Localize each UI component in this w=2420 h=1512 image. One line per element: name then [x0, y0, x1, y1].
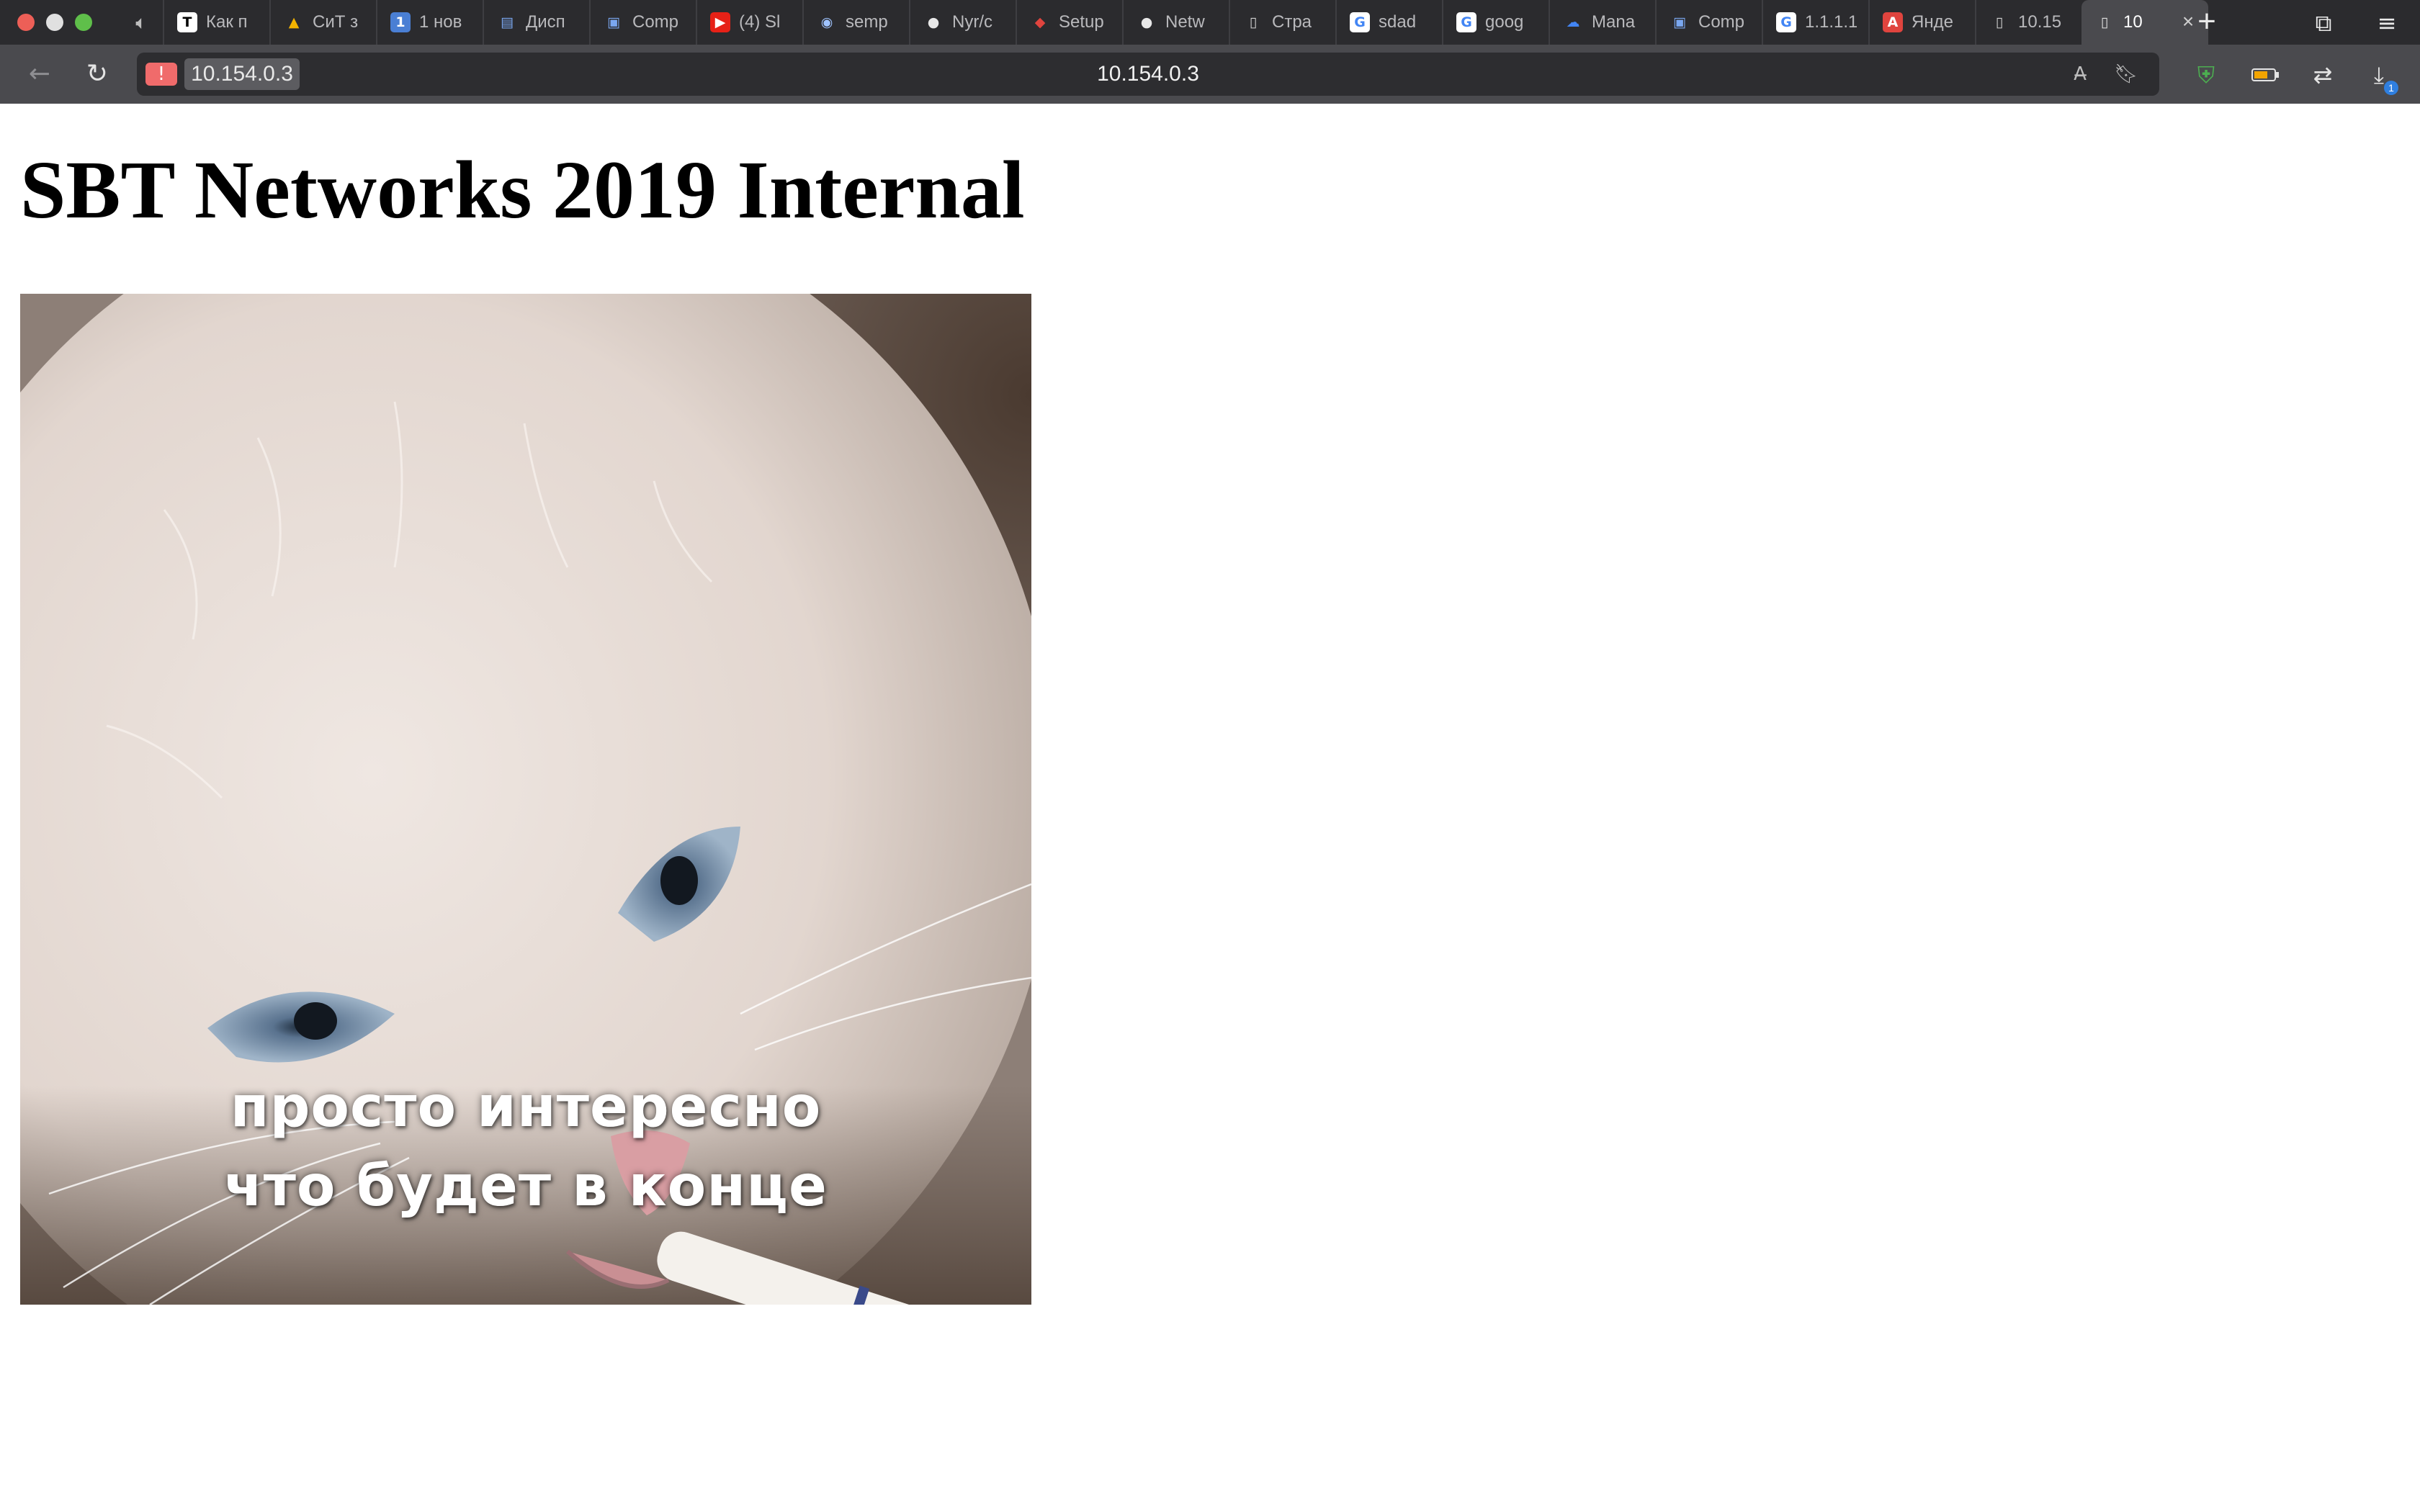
browser-tab[interactable]: ▯ 10.15 — [1975, 0, 2076, 45]
github-icon: ● — [927, 14, 940, 30]
cat-meme-image: просто интересно что будет в конце — [20, 294, 1031, 1305]
browser-tab[interactable]: ▶ (4) Sl — [696, 0, 797, 45]
warning-triangle-icon: ! — [145, 63, 177, 86]
security-warning-chip[interactable]: ! 10.154.0.3 — [143, 58, 439, 90]
youtube-icon: ▶ — [710, 12, 730, 32]
google-drive-icon: ▲ — [288, 14, 300, 30]
translate-page-icon[interactable]: A̶ — [2067, 61, 2093, 87]
tab-title: 10 — [2123, 12, 2143, 32]
tab-title: Стра — [1272, 12, 1312, 32]
t-logo-icon: T — [177, 12, 197, 32]
tab-title: Netw — [1165, 12, 1205, 32]
google-icon: G — [1350, 12, 1370, 32]
browser-tab[interactable]: ▣ Comp — [589, 0, 690, 45]
yandex-translate-icon: A — [1883, 12, 1903, 32]
tab-title: Comp — [1698, 12, 1745, 32]
url-text[interactable]: 10.154.0.3 — [137, 53, 2159, 96]
browser-tab[interactable]: ● Netw — [1122, 0, 1223, 45]
cat-photo — [20, 294, 1031, 1305]
downloads-count-badge: 1 — [2384, 81, 2398, 95]
tab-title: 10.15 — [2018, 12, 2062, 32]
document-icon: ▯ — [1249, 14, 1258, 30]
browser-tab[interactable]: ● Nyr/c — [909, 0, 1010, 45]
url-chip-host: 10.154.0.3 — [184, 58, 300, 90]
browser-tab[interactable]: ▯ Стра — [1229, 0, 1330, 45]
tab-title: 1.1.1.1 — [1805, 12, 1857, 32]
google-icon: G — [1776, 12, 1796, 32]
tab-title: Дисп — [526, 12, 565, 32]
browser-tab[interactable]: 1 1 нов — [376, 0, 477, 45]
tab-title: Setup — [1059, 12, 1104, 32]
tab-title: semp — [846, 12, 888, 32]
google-cloud-icon: ☁ — [1566, 14, 1580, 30]
tab-strip: T Как п ▲ СиТ з 1 1 нов ▤ Дисп ▣ Comp ▶ (4) Sl ◉ semp… — [163, 0, 2208, 45]
document-icon: ▯ — [2100, 14, 2109, 30]
window-close-button[interactable] — [17, 14, 35, 31]
number-one-icon: 1 — [390, 12, 411, 32]
battery-saver-icon[interactable] — [2249, 60, 2283, 89]
chip-icon: ▣ — [607, 14, 620, 30]
page-title: SBT Networks 2019 Internal — [20, 144, 1025, 235]
tab-title: sdad — [1379, 12, 1417, 32]
tab-title: Янде — [1912, 12, 1953, 32]
browser-tab[interactable]: ▲ СиТ з — [269, 0, 370, 45]
browser-tab[interactable]: T Как п — [163, 0, 264, 45]
monitor-chart-icon: ▤ — [501, 14, 514, 30]
tab-title: (4) Sl — [739, 12, 781, 32]
reload-icon[interactable]: ↻ — [82, 59, 112, 89]
browser-tab[interactable]: A Янде — [1868, 0, 1969, 45]
tab-title: Как п — [206, 12, 248, 32]
browser-tab[interactable]: ◆ Setup — [1016, 0, 1116, 45]
browser-tab[interactable]: ▣ Comp — [1655, 0, 1756, 45]
globe-icon: ◉ — [820, 14, 833, 30]
tab-bar: 🔈︎ T Как п ▲ СиТ з 1 1 нов ▤ Дисп ▣ Comp ▶ (4) Sl ◉ s… — [0, 0, 2420, 45]
tab-title: Mana — [1592, 12, 1636, 32]
new-tab-button[interactable]: + — [2191, 6, 2223, 39]
address-bar[interactable]: 10.154.0.3 ! 10.154.0.3 A̶ 🔖︎ — [137, 53, 2159, 96]
menu-icon[interactable]: ≡ — [2372, 9, 2401, 37]
window-fullscreen-button[interactable] — [75, 14, 92, 31]
browser-tab[interactable]: G 1.1.1.1 — [1762, 0, 1863, 45]
shield-logo-icon: ◆ — [1034, 14, 1046, 30]
bookmark-icon[interactable]: 🔖︎ — [2113, 61, 2139, 87]
back-arrow-icon[interactable]: ← — [24, 59, 55, 89]
meme-caption-line-1: просто интересно — [230, 1075, 822, 1140]
github-icon: ● — [1140, 14, 1153, 30]
meme-caption-line-2: что будет в конце — [224, 1154, 828, 1219]
chip-icon: ▣ — [1673, 14, 1686, 30]
browser-tab[interactable]: ☁ Mana — [1549, 0, 1649, 45]
tab-title: goog — [1485, 12, 1524, 32]
browser-tab[interactable]: ◉ semp — [802, 0, 903, 45]
tab-title: Comp — [632, 12, 679, 32]
translate-extension-icon[interactable]: ⇄ — [2308, 60, 2338, 89]
speaker-icon[interactable]: 🔈︎ — [131, 10, 151, 35]
document-icon: ▯ — [1995, 14, 2004, 30]
browser-toolbar: ← ↻ 10.154.0.3 ! 10.154.0.3 A̶ 🔖︎ ⛨ ⇄ ⤓ — [0, 45, 2420, 104]
tab-title: СиТ з — [313, 12, 359, 32]
window-minimize-button[interactable] — [46, 14, 63, 31]
tab-title: Nyr/c — [952, 12, 992, 32]
google-icon: G — [1456, 12, 1476, 32]
tab-title: 1 нов — [419, 12, 462, 32]
browser-tab[interactable]: Gsdad — [1335, 0, 1436, 45]
page-content: SBT Networks 2019 Internal просто интере… — [0, 104, 2420, 1512]
browser-tab[interactable]: Ggoog — [1442, 0, 1543, 45]
adblock-shield-icon[interactable]: ⛨ — [2191, 60, 2221, 89]
active-browser-tab[interactable]: ▯ 10 × — [2081, 0, 2208, 45]
tab-search-icon[interactable]: ⧉ — [2309, 9, 2338, 37]
browser-tab[interactable]: ▤ Дисп — [483, 0, 583, 45]
